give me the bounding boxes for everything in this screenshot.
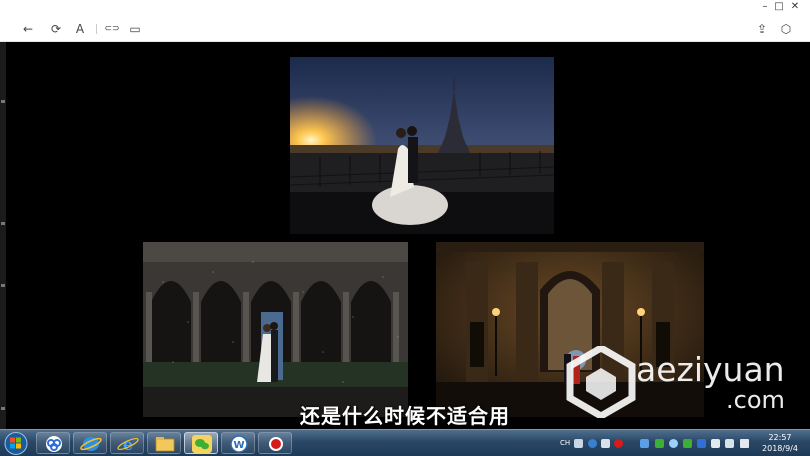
record-icon — [269, 437, 283, 451]
keyboard-icon[interactable] — [574, 439, 583, 448]
record-tray-icon[interactable] — [614, 439, 623, 448]
security-icon[interactable] — [655, 439, 664, 448]
monitor-icon[interactable] — [711, 439, 720, 448]
close-button[interactable]: ✕ — [788, 1, 802, 13]
text-icon[interactable]: A — [72, 21, 88, 37]
ruler-tick — [1, 100, 5, 103]
maximize-button[interactable]: □ — [772, 1, 786, 13]
cube-icon[interactable]: ⬡ — [778, 21, 794, 37]
file-explorer-icon — [155, 437, 175, 452]
taskbar-app-w[interactable]: W — [221, 432, 255, 454]
settings-icon[interactable] — [601, 439, 610, 448]
svg-text:W: W — [233, 440, 244, 451]
minimize-button[interactable]: – — [758, 1, 772, 13]
baidu-netdisk-icon — [46, 436, 62, 452]
link-icon[interactable]: ⊂⊃ — [102, 21, 122, 37]
flag-icon[interactable] — [640, 439, 649, 448]
ruler-tick — [1, 407, 5, 410]
network-icon[interactable] — [725, 439, 734, 448]
system-clock[interactable]: 22:57 2018/9/4 — [760, 432, 800, 454]
taskbar-app-wechat[interactable] — [184, 432, 218, 454]
taskbar: e W CH 22:57 2018/9/4 — [0, 429, 810, 456]
watermark-brand: aeziyuan — [636, 350, 785, 389]
volume-icon[interactable] — [740, 439, 749, 448]
internet-explorer-icon: e — [117, 435, 139, 454]
back-arrow-icon[interactable]: ← — [20, 21, 36, 37]
taskbar-app-file-explorer[interactable] — [147, 432, 181, 454]
app-w-icon: W — [230, 435, 248, 453]
taskbar-app-recorder[interactable] — [258, 432, 292, 454]
video-subtitle: 还是什么时候不适合用 — [300, 404, 510, 428]
clock-time: 22:57 — [768, 433, 792, 442]
clock-date: 2018/9/4 — [762, 444, 798, 453]
ime-indicator[interactable]: CH — [560, 439, 570, 448]
app-tray-icon[interactable] — [697, 439, 706, 448]
windows-start-icon[interactable] — [2, 431, 30, 456]
toolbar: ← ⟳ A ⊂⊃ ▭ ⇪ ⬡ — [0, 16, 810, 42]
cloister-rain-photo[interactable] — [143, 242, 408, 417]
share-icon[interactable]: ⇪ — [754, 21, 770, 37]
ruler-tick — [1, 284, 5, 287]
chat-icon[interactable] — [683, 439, 692, 448]
watermark-tld: .com — [726, 386, 785, 414]
window-icon[interactable]: ▭ — [127, 21, 143, 37]
taskbar-app-baidu-netdisk[interactable] — [36, 432, 70, 454]
help-icon[interactable] — [588, 439, 597, 448]
svg-text:e: e — [123, 435, 133, 454]
eiffel-tower-sunset-photo[interactable] — [290, 57, 554, 234]
taskbar-app-internet-explorer[interactable]: e — [110, 432, 144, 454]
toolbar-separator — [96, 24, 97, 34]
screen: – □ ✕ ← ⟳ A ⊂⊃ ▭ ⇪ ⬡ aeziyuan .com 还是什么时… — [0, 0, 810, 456]
cloud-icon[interactable] — [669, 439, 678, 448]
title-bar: – □ ✕ — [0, 0, 810, 16]
taskbar-app-ie-blue[interactable] — [73, 432, 107, 454]
ruler-tick — [1, 222, 5, 225]
wechat-icon — [192, 435, 212, 453]
watermark-logo — [566, 343, 636, 421]
rotate-icon[interactable]: ⟳ — [48, 21, 64, 37]
ie-blue-icon — [80, 437, 102, 451]
